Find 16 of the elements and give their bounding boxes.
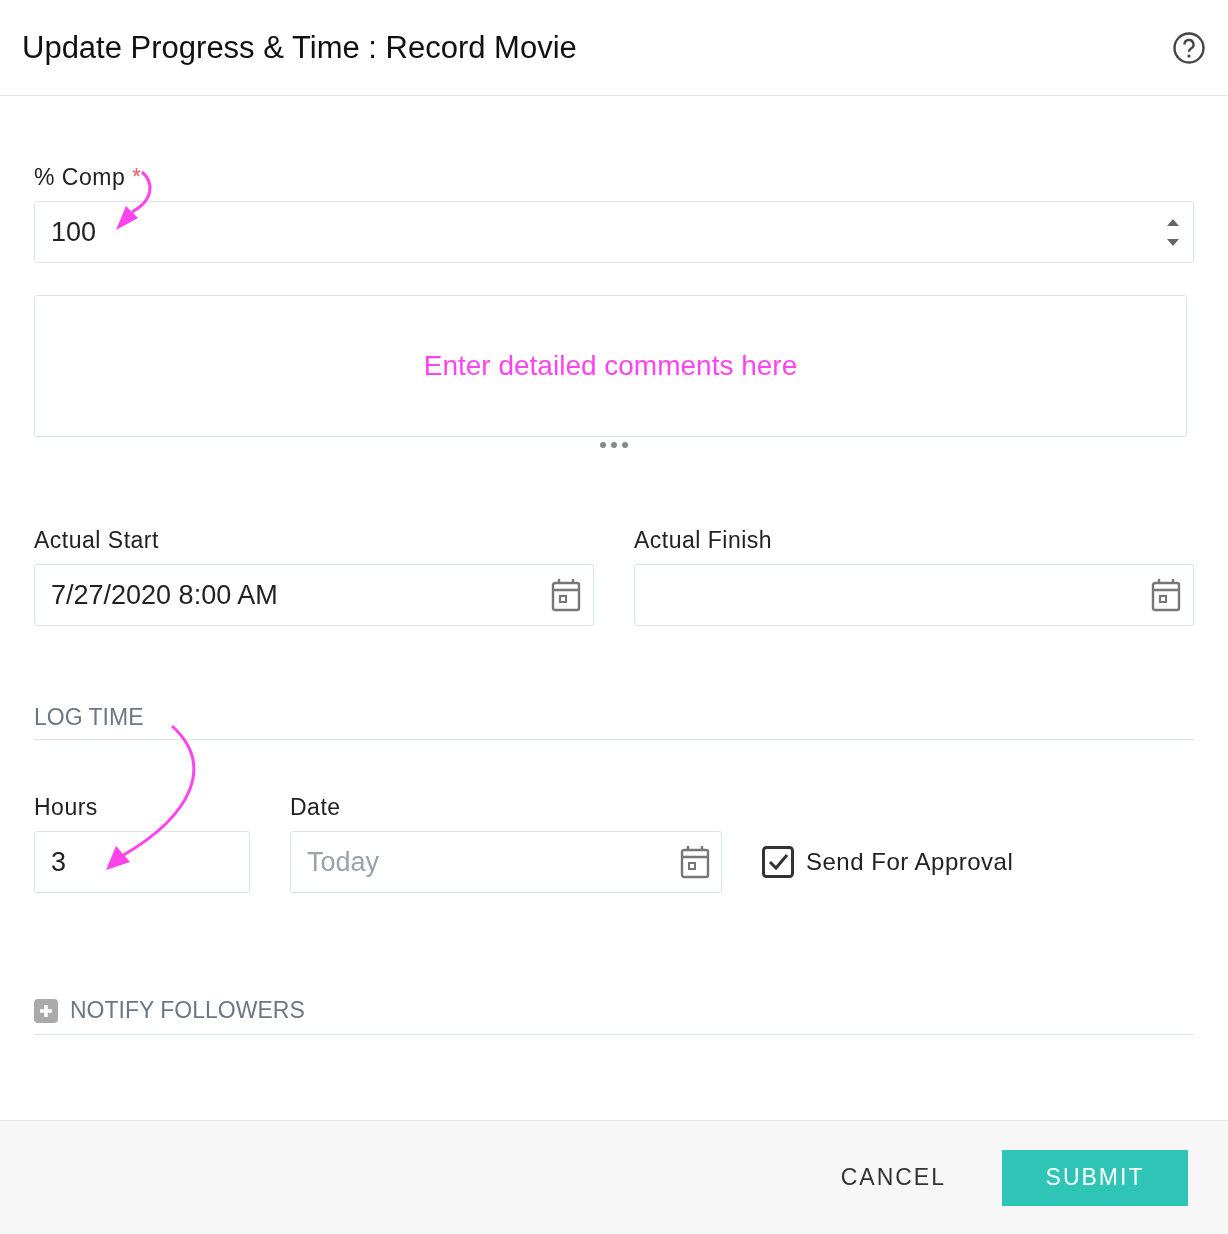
field-label: Actual Finish (634, 527, 774, 554)
hours-field[interactable]: 3 (34, 831, 250, 893)
dialog-title: Update Progress & Time : Record Movie (22, 29, 577, 66)
field-label: % Comp (34, 164, 126, 190)
cancel-button[interactable]: CANCEL (824, 1150, 962, 1205)
date-field[interactable]: 7/27/2020 8:00 AM (34, 564, 594, 626)
date-field[interactable]: Today (290, 831, 722, 893)
annotation-text: Enter detailed comments here (423, 350, 798, 382)
percent-field[interactable]: 100 (34, 201, 1194, 263)
checkbox-label[interactable]: Send For Approval (806, 848, 1014, 876)
section-heading[interactable]: NOTIFY FOLLOWERS (70, 997, 305, 1024)
field-label: Date (290, 794, 342, 821)
field-label: Hours (34, 794, 99, 821)
field-label: Actual Start (34, 527, 160, 554)
required-mark: * (132, 164, 142, 190)
section-heading: LOG TIME (34, 704, 144, 730)
